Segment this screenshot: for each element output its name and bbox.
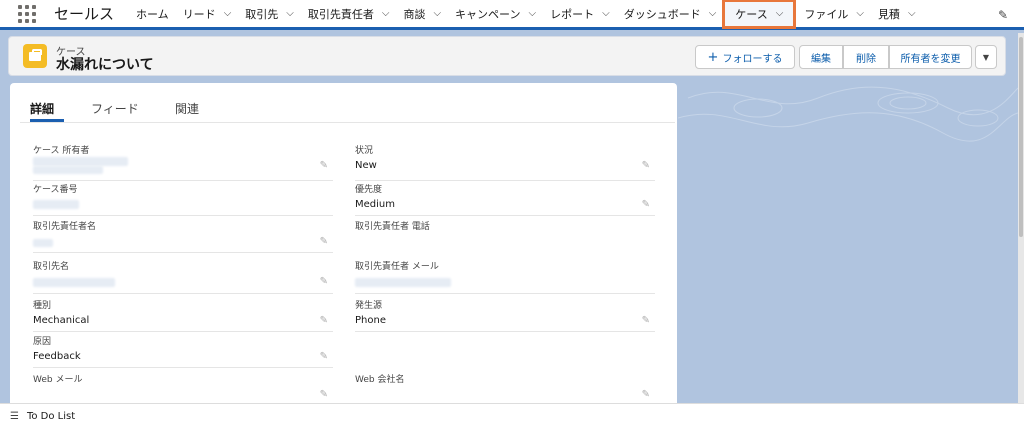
app-name: セールス xyxy=(54,5,115,23)
chevron-down-icon[interactable]: ⌵ xyxy=(908,8,916,19)
case-briefcase-icon xyxy=(23,44,47,68)
redacted-value xyxy=(33,239,53,247)
tab-feed[interactable]: フィード xyxy=(91,100,139,117)
field-web-company: Web 会社名 ✎ xyxy=(355,375,650,400)
utility-bar: ☰ To Do List xyxy=(0,403,1024,428)
checklist-icon[interactable]: ☰ xyxy=(10,411,19,422)
app-launcher-icon[interactable] xyxy=(18,4,36,23)
chevron-down-icon[interactable]: ⌵ xyxy=(776,8,784,19)
edit-pencil-icon[interactable]: ✎ xyxy=(642,389,650,400)
field-account-name: 取引先名 ✎ xyxy=(33,259,333,294)
field-type: 種別 Mechanical ✎ xyxy=(33,298,333,332)
chevron-down-icon[interactable]: ⌵ xyxy=(433,8,441,19)
nav-item-quotes[interactable]: 見積 ⌵ xyxy=(870,0,922,29)
record-tabs: 詳細 フィード 関連 xyxy=(20,83,675,123)
edit-pencil-icon[interactable]: ✎ xyxy=(642,199,650,210)
redacted-value xyxy=(33,157,128,166)
chevron-down-icon[interactable]: ⌵ xyxy=(286,8,294,19)
field-contact-email: 取引先責任者 メール xyxy=(355,259,655,294)
redacted-value xyxy=(355,278,451,287)
field-case-number: ケース番号 xyxy=(33,182,333,216)
more-actions-button[interactable]: ▼ xyxy=(975,45,997,69)
nav-item-dashboards[interactable]: ダッシュボード ⌵ xyxy=(616,0,723,29)
redacted-value xyxy=(33,166,103,174)
edit-pencil-icon[interactable]: ✎ xyxy=(320,351,328,362)
nav-item-leads[interactable]: リード ⌵ xyxy=(175,0,238,29)
field-status: 状況 New ✎ xyxy=(355,143,655,181)
edit-pencil-icon[interactable]: ✎ xyxy=(642,315,650,326)
nav-item-opportunities[interactable]: 商談 ⌵ xyxy=(395,0,447,29)
record-detail-card: 詳細 フィード 関連 ケース 所有者 ✎ ケース番号 取引先責任者名 ✎ 取引先… xyxy=(10,83,677,413)
scrollbar-thumb[interactable] xyxy=(1019,37,1023,237)
nav-item-reports[interactable]: レポート ⌵ xyxy=(542,0,616,29)
edit-pencil-icon[interactable]: ✎ xyxy=(320,236,328,247)
field-contact-name: 取引先責任者名 ✎ xyxy=(33,219,333,253)
global-nav: セールス ホーム リード ⌵ 取引先 ⌵ 取引先責任者 ⌵ 商談 ⌵ キャンペーン ⌵ レ… xyxy=(0,0,1024,30)
nav-item-files[interactable]: ファイル ⌵ xyxy=(796,0,870,29)
edit-button[interactable]: 編集 xyxy=(799,45,843,69)
chevron-down-icon[interactable]: ⌵ xyxy=(856,8,864,19)
edit-pencil-icon[interactable]: ✎ xyxy=(642,160,650,171)
redacted-value xyxy=(33,200,79,209)
edit-pencil-icon[interactable]: ✎ xyxy=(320,389,328,400)
field-origin: 発生源 Phone ✎ xyxy=(355,298,655,332)
field-reason: 原因 Feedback ✎ xyxy=(33,334,333,368)
change-owner-button[interactable]: 所有者を変更 xyxy=(889,45,972,69)
follow-button[interactable]: + フォローする xyxy=(695,45,795,69)
caret-down-icon: ▼ xyxy=(982,52,990,62)
chevron-down-icon[interactable]: ⌵ xyxy=(709,8,717,19)
field-priority: 優先度 Medium ✎ xyxy=(355,182,655,216)
nav-item-contacts[interactable]: 取引先責任者 ⌵ xyxy=(300,0,396,29)
record-title: 水漏れについて xyxy=(56,57,154,73)
background-topo-pattern xyxy=(678,86,1018,142)
redacted-value xyxy=(33,278,115,287)
active-tab-indicator xyxy=(30,119,64,122)
edit-pencil-icon[interactable]: ✎ xyxy=(320,276,328,287)
chevron-down-icon[interactable]: ⌵ xyxy=(382,8,390,19)
chevron-down-icon[interactable]: ⌵ xyxy=(529,8,537,19)
nav-item-accounts[interactable]: 取引先 ⌵ xyxy=(237,0,300,29)
delete-button[interactable]: 削除 xyxy=(843,45,889,69)
tab-related[interactable]: 関連 xyxy=(175,100,199,117)
edit-pencil-icon[interactable]: ✎ xyxy=(320,315,328,326)
chevron-down-icon[interactable]: ⌵ xyxy=(602,8,610,19)
plus-icon: + xyxy=(707,49,719,65)
nav-item-campaigns[interactable]: キャンペーン ⌵ xyxy=(447,0,542,29)
nav-item-home[interactable]: ホーム xyxy=(128,0,175,29)
nav-item-cases[interactable]: ケース ⌵ xyxy=(722,0,797,29)
record-header: ケース 水漏れについて + フォローする 編集 削除 所有者を変更 ▼ xyxy=(8,36,1006,76)
edit-pencil-icon[interactable]: ✎ xyxy=(320,160,328,171)
tab-details[interactable]: 詳細 xyxy=(30,100,54,117)
edit-nav-pencil-icon[interactable]: ✎ xyxy=(998,8,1008,22)
field-web-email: Web メール ✎ xyxy=(33,375,328,400)
field-contact-phone: 取引先責任者 電話 xyxy=(355,222,430,232)
chevron-down-icon[interactable]: ⌵ xyxy=(224,8,232,19)
page-scrollbar[interactable] xyxy=(1018,33,1024,403)
field-case-owner: ケース 所有者 ✎ xyxy=(33,143,333,181)
todo-list-link[interactable]: To Do List xyxy=(27,411,75,422)
